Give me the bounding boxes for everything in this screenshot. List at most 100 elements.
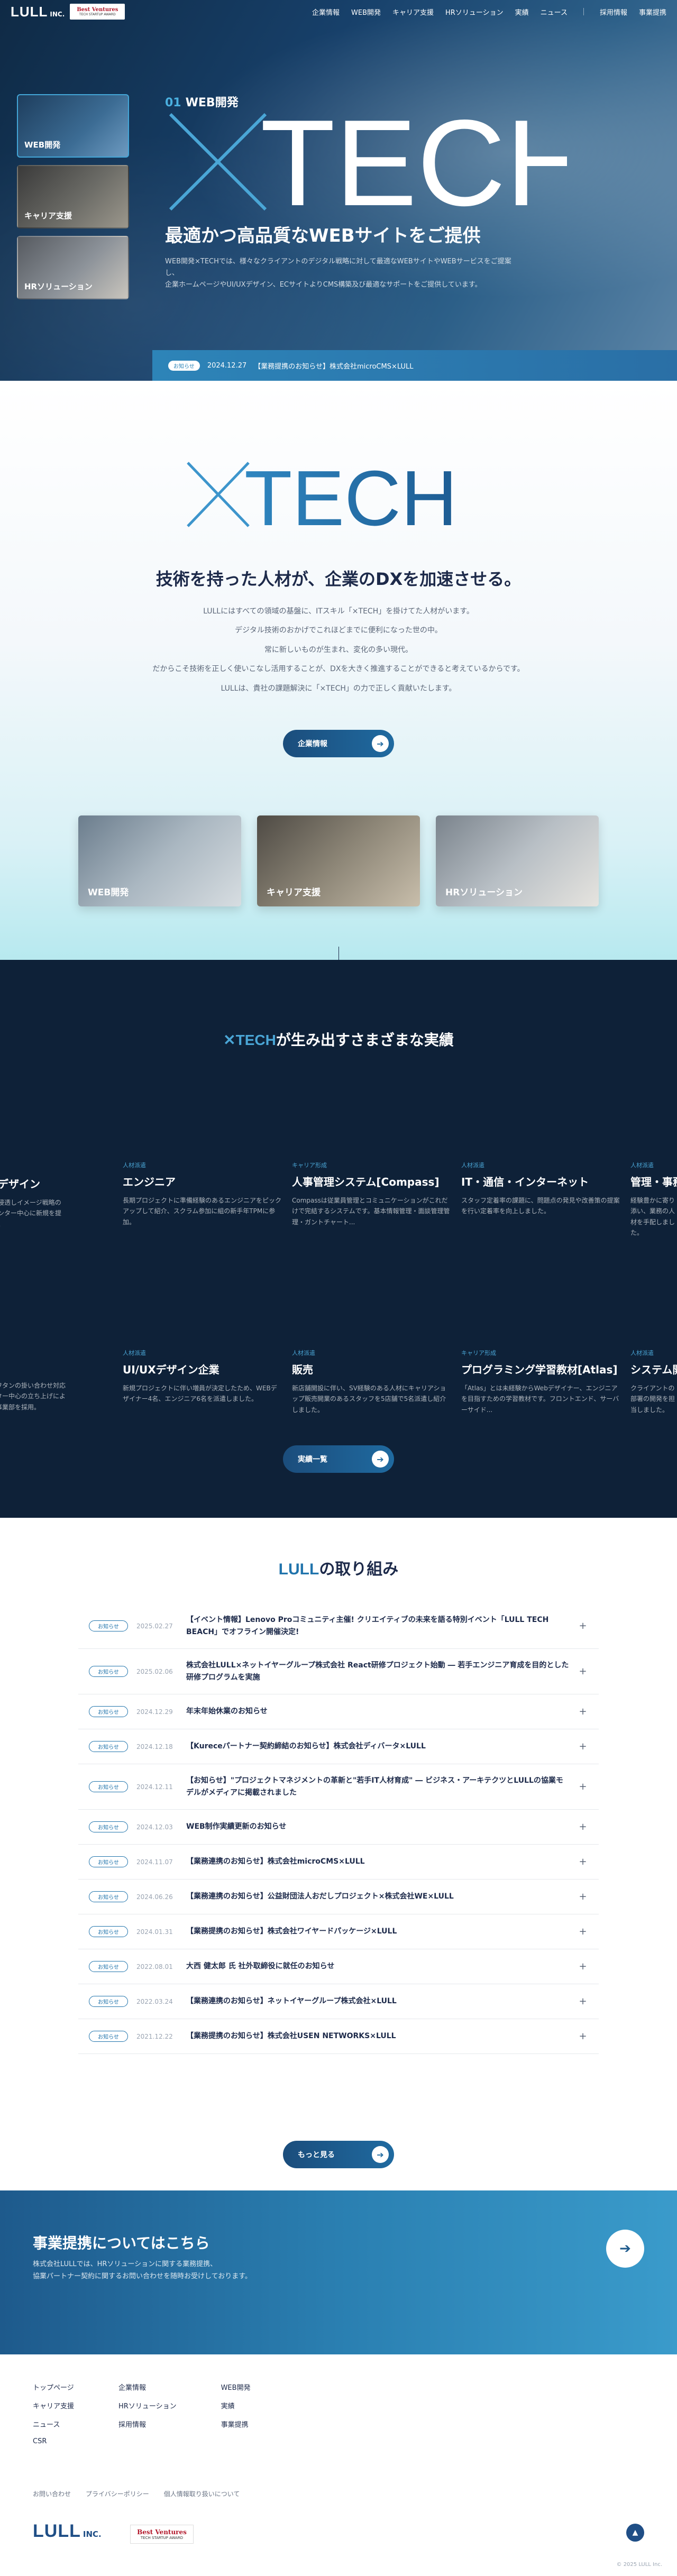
footer-logo[interactable]: LULL INC.: [33, 2521, 102, 2542]
news-date: 2022.03.24: [136, 1997, 173, 2005]
hero-tab-career[interactable]: キャリア支援: [17, 165, 129, 228]
news-date: 2024.11.07: [136, 1858, 173, 1866]
footer-link-top[interactable]: トップページ: [33, 2384, 74, 2392]
news-date: 2024.12.11: [136, 1783, 173, 1791]
footer-link-web[interactable]: WEB開発: [221, 2384, 251, 2392]
news-heading-text: の取り組み: [319, 1560, 399, 1579]
news-list-item[interactable]: お知らせ 2025.02.27 【イベント情報】Lenovo Proコミュニティ…: [78, 1603, 599, 1649]
news-list-item[interactable]: お知らせ 2021.12.22 【業務提携のお知らせ】株式会社USEN NETW…: [78, 2019, 599, 2054]
footer-link-news[interactable]: ニュース: [33, 2421, 60, 2429]
logo-text: LULL: [11, 3, 48, 20]
news-date: 2024.12.18: [136, 1743, 173, 1750]
site-logo[interactable]: LULL INC.: [11, 4, 65, 20]
back-to-top-icon[interactable]: ▲: [626, 2524, 644, 2542]
news-date: 2021.12.22: [136, 2032, 173, 2040]
work-item[interactable]: 人材派遣 IT・通信・インターネット スタッフ定着率の課題に、問題点の発見や改善…: [461, 1161, 620, 1217]
news-date: 2024.12.29: [136, 1708, 173, 1716]
footer-link-career[interactable]: キャリア支援: [33, 2403, 74, 2410]
news-date: 2025.02.06: [136, 1667, 173, 1675]
nav-item-partnership[interactable]: 事業提携: [639, 7, 666, 17]
news-title: 【Kureceパートナー契約締結のお知らせ】株式会社ディバータ×LULL: [186, 1742, 426, 1751]
news-list-item[interactable]: お知らせ 2022.03.24 【業務連携のお知らせ】ネットイヤーグループ株式会…: [78, 1984, 599, 2019]
hero-news-banner[interactable]: お知らせ 2024.12.27 【業務提携のお知らせ】株式会社microCMS×…: [152, 350, 677, 381]
news-title: WEB制作実績更新のお知らせ: [186, 1822, 287, 1831]
news-list-item[interactable]: お知らせ 2024.12.03 WEB制作実績更新のお知らせ +: [78, 1810, 599, 1845]
company-info-button-label: 企業情報: [298, 740, 327, 748]
footer-link-privacy[interactable]: プライバシーポリシー: [86, 2489, 149, 2498]
hero-tab-web[interactable]: WEB開発: [17, 94, 129, 158]
hero-news-title: 【業務提携のお知らせ】株式会社microCMS×LULL: [254, 362, 414, 371]
nav-item-career[interactable]: キャリア支援: [392, 7, 434, 17]
nav-item-hr[interactable]: HRソリューション: [445, 7, 504, 17]
news-title: 【業務連携のお知らせ】ネットイヤーグループ株式会社×LULL: [186, 1997, 397, 2006]
footer-link-company[interactable]: 企業情報: [118, 2384, 146, 2392]
work-item[interactable]: 人材派遣 管理・事務 経験豊かに寄り添い、業務の人材を手配しました。: [630, 1161, 677, 1239]
work-item[interactable]: エスクワタンの掛い合わせ対応をセンター中心の立ち上げにより新規事業部を採用。: [0, 1380, 67, 1413]
work-item[interactable]: キャリア形成 プログラミング学習教材[Atlas] 「Atlas」とは未経験から…: [461, 1349, 620, 1415]
arrow-right-icon[interactable]: ➔: [606, 2230, 644, 2268]
service-card-web[interactable]: WEB開発: [78, 815, 241, 906]
news-list-item[interactable]: お知らせ 2024.06.26 【業務連携のお知らせ】公益財団法人おだしプロジェ…: [78, 1880, 599, 1914]
footer-logo-suffix: INC.: [83, 2529, 102, 2539]
news-tag-badge: お知らせ: [168, 360, 200, 371]
news-list-item[interactable]: お知らせ 2022.08.01 大西 健太郎 氏 社外取締役に就任のお知らせ +: [78, 1949, 599, 1984]
work-item[interactable]: 人材派遣 販売 新店舗開設に伴い、SV経験のある人材にキャリアショップ販売開業の…: [292, 1349, 451, 1415]
service-card-hr[interactable]: HRソリューション: [436, 815, 599, 906]
news-title: 株式会社LULL×ネットイヤーグループ株式会社 React研修プロジェクト始動 …: [186, 1661, 569, 1682]
work-item[interactable]: 広告・デザイン 日常生活に浸透しイメージ戦略のスキルをセンター中心に新規を提案し…: [0, 1171, 125, 1230]
news-tag-badge: お知らせ: [89, 1741, 128, 1752]
footer-column: トップページ キャリア支援 ニュース CSR: [33, 2382, 74, 2454]
news-list-item[interactable]: お知らせ 2024.12.29 年末年始休業のお知らせ +: [78, 1694, 599, 1729]
nav-item-recruit[interactable]: 採用情報: [600, 7, 627, 17]
news-tag-badge: お知らせ: [89, 1666, 128, 1677]
footer-link-partnership[interactable]: 事業提携: [221, 2421, 249, 2429]
hero-description-line: WEB開発×TECHでは、様々なクライアントのデジタル戦略に対して最適なWEBサ…: [165, 258, 511, 278]
nav-item-company[interactable]: 企業情報: [312, 7, 340, 17]
news-list-item[interactable]: お知らせ 2024.12.18 【Kureceパートナー契約締結のお知らせ】株式…: [78, 1729, 599, 1764]
nav-item-news[interactable]: ニュース: [541, 7, 568, 17]
news-date: 2024.12.03: [136, 1823, 173, 1831]
x-mark-icon: ✕: [223, 1032, 236, 1048]
news-date: 2025.02.27: [136, 1622, 173, 1630]
work-item[interactable]: 人材派遣 エンジニア 長期プロジェクトに準備経験のあるエンジニアをピックアップし…: [123, 1161, 281, 1227]
news-list: お知らせ 2025.02.27 【イベント情報】Lenovo Proコミュニティ…: [78, 1603, 599, 2054]
news-list-item[interactable]: お知らせ 2024.11.07 【業務連携のお知らせ】株式会社microCMS×…: [78, 1845, 599, 1880]
intro-body-line: 常に新しいものが生まれ、変化の多い現代。: [264, 645, 413, 654]
work-item[interactable]: 人材派遣 システム開 クライアントの部署の開発を担当しました。: [630, 1349, 677, 1415]
arrow-right-icon: ➔: [372, 1451, 389, 1468]
news-list-item[interactable]: お知らせ 2024.12.11 【お知らせ】"プロジェクトマネジメントの革新と"…: [78, 1764, 599, 1810]
company-info-button[interactable]: 企業情報 ➔: [283, 730, 394, 757]
news-tag-badge: お知らせ: [89, 1996, 128, 2007]
partnership-cta[interactable]: 事業提携についてはこちら 株式会社LULLでは、HRソリューションに関する業務提…: [0, 2190, 677, 2354]
plus-icon: +: [579, 2031, 587, 2042]
plus-icon: +: [579, 1926, 587, 1937]
footer-link-personal-info[interactable]: 個人情報取り扱いについて: [164, 2489, 240, 2498]
footer-link-works[interactable]: 実績: [221, 2403, 235, 2410]
service-card-career[interactable]: キャリア支援: [257, 815, 420, 906]
work-title: IT・通信・インターネット: [461, 1176, 589, 1188]
work-item[interactable]: キャリア形成 人事管理システム[Compass] Compassは従業員管理とコ…: [292, 1161, 451, 1227]
footer-link-recruit[interactable]: 採用情報: [118, 2421, 146, 2429]
news-date: 2024.01.31: [136, 1928, 173, 1936]
service-card-label: HRソリューション: [445, 887, 523, 898]
work-category: 人材派遣: [630, 1350, 654, 1356]
footer-link-hr[interactable]: HRソリューション: [118, 2403, 177, 2410]
work-description: エスクワタンの掛い合わせ対応をセンター中心の立ち上げにより新規事業部を採用。: [0, 1382, 66, 1411]
intro-body-line: だからこそ技術を正しく使いこなし活用することが、DXを大きく推進することができる…: [152, 665, 525, 674]
news-list-item[interactable]: お知らせ 2024.01.31 【業務提携のお知らせ】株式会社ワイヤードパッケー…: [78, 1914, 599, 1949]
footer-link-csr[interactable]: CSR: [33, 2437, 47, 2445]
hero-description-line: 企業ホームページやUI/UXデザイン、ECサイトよりCMS構築及び最適なサポート…: [165, 281, 482, 289]
news-list-item[interactable]: お知らせ 2025.02.06 株式会社LULL×ネットイヤーグループ株式会社 …: [78, 1649, 599, 1694]
hero-tab-hr[interactable]: HRソリューション: [17, 236, 129, 299]
works-list-button[interactable]: 実績一覧 ➔: [283, 1445, 394, 1473]
news-tag-badge: お知らせ: [89, 1926, 128, 1937]
work-description: スタッフ定着率の課題に、問題点の発見や改善策の提案を行い定着率を向上しました。: [461, 1197, 620, 1215]
nav-item-web[interactable]: WEB開発: [351, 7, 381, 17]
work-item[interactable]: 人材派遣 UI/UXデザイン企業 新規プロジェクトに伴い増員が決定したため、WE…: [123, 1349, 281, 1405]
news-section: LULLの取り組み お知らせ 2025.02.27 【イベント情報】Lenovo…: [0, 1518, 677, 2190]
nav-item-works[interactable]: 実績: [515, 7, 529, 17]
work-description: クライアントの部署の開発を担当しました。: [630, 1385, 675, 1414]
plus-icon: +: [579, 1781, 587, 1792]
footer-link-contact[interactable]: お問い合わせ: [33, 2489, 71, 2498]
news-more-button[interactable]: もっと見る ➔: [283, 2141, 394, 2168]
